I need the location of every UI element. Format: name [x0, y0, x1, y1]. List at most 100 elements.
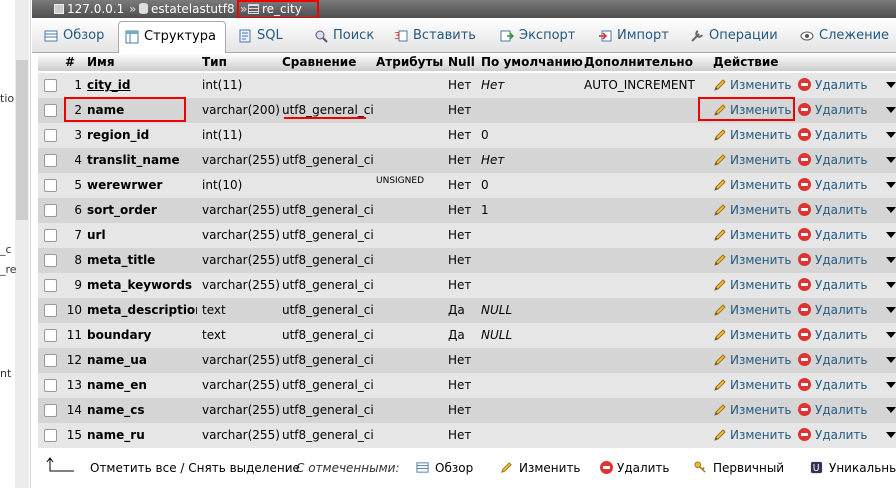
delete-column-button[interactable]: Удалить	[798, 73, 888, 98]
table-row: 3 region_id int(11) Нет 0 Изменить Удалить	[38, 123, 896, 148]
column-name: translit_name	[87, 153, 180, 167]
edit-column-button[interactable]: Изменить	[713, 273, 797, 298]
row-checkbox[interactable]	[44, 179, 57, 192]
tab-export[interactable]: Экспорт	[494, 21, 584, 53]
bulk-edit-button[interactable]: Изменить	[500, 461, 581, 475]
tab-sql[interactable]: SQL	[232, 21, 302, 53]
column-header-default[interactable]: По умолчанию	[481, 53, 583, 71]
more-actions-dropdown[interactable]	[886, 123, 896, 148]
bulk-delete-button[interactable]: Удалить	[600, 461, 670, 475]
edit-column-button[interactable]: Изменить	[713, 173, 797, 198]
row-checkbox[interactable]	[44, 429, 57, 442]
delete-column-button[interactable]: Удалить	[798, 98, 888, 123]
edit-column-button[interactable]: Изменить	[713, 398, 797, 423]
column-type: varchar(255)	[202, 153, 280, 167]
row-checkbox[interactable]	[44, 79, 57, 92]
edit-column-button[interactable]: Изменить	[713, 73, 797, 98]
tab-structure[interactable]: Структура	[118, 21, 226, 53]
delete-column-button[interactable]: Удалить	[798, 348, 888, 373]
column-header-extra[interactable]: Дополнительно	[584, 53, 693, 71]
delete-column-button[interactable]: Удалить	[798, 398, 888, 423]
row-checkbox[interactable]	[44, 354, 57, 367]
row-checkbox[interactable]	[44, 404, 57, 417]
edit-column-button[interactable]: Изменить	[713, 198, 797, 223]
sidebar-fragment: tio	[0, 92, 15, 105]
more-actions-dropdown[interactable]	[886, 273, 896, 298]
delete-column-button[interactable]: Удалить	[798, 323, 888, 348]
sidebar-scrollbar-thumb[interactable]	[16, 60, 28, 220]
column-header-num[interactable]: #	[65, 53, 75, 71]
column-header-name[interactable]: Имя	[87, 53, 115, 71]
select-all-link[interactable]: Отметить все / Снять выделение	[90, 461, 300, 475]
more-actions-dropdown[interactable]	[886, 223, 896, 248]
more-actions-dropdown[interactable]	[886, 373, 896, 398]
tab-insert[interactable]: 3 Вставить	[388, 21, 480, 53]
column-default: 0	[481, 178, 489, 192]
tab-tracking[interactable]: Слежение	[794, 21, 894, 53]
edit-column-button[interactable]: Изменить	[713, 423, 797, 448]
column-header-collation[interactable]: Сравнение	[282, 53, 356, 71]
more-actions-dropdown[interactable]	[886, 423, 896, 448]
breadcrumb-separator: »	[129, 2, 137, 16]
edit-column-button[interactable]: Изменить	[713, 373, 797, 398]
delete-column-button[interactable]: Удалить	[798, 298, 888, 323]
column-name: meta_description	[87, 303, 197, 317]
row-checkbox[interactable]	[44, 329, 57, 342]
tab-operations[interactable]: Операции	[684, 21, 780, 53]
delete-column-button[interactable]: Удалить	[798, 423, 888, 448]
row-number: 6	[74, 203, 82, 217]
bulk-browse-button[interactable]: Обзор	[416, 461, 473, 475]
row-checkbox[interactable]	[44, 304, 57, 317]
row-checkbox[interactable]	[44, 379, 57, 392]
edit-column-button[interactable]: Изменить	[713, 248, 797, 273]
edit-column-button[interactable]: Изменить	[713, 323, 797, 348]
edit-column-button[interactable]: Изменить	[713, 298, 797, 323]
column-name: name_ru	[87, 428, 145, 442]
tab-import[interactable]: Импорт	[592, 21, 674, 53]
more-actions-dropdown[interactable]	[886, 198, 896, 223]
row-checkbox[interactable]	[44, 104, 57, 117]
column-header-attributes[interactable]: Атрибуты	[376, 53, 443, 71]
edit-column-button[interactable]: Изменить	[713, 148, 797, 173]
more-actions-dropdown[interactable]	[886, 73, 896, 98]
edit-column-button[interactable]: Изменить	[713, 223, 797, 248]
row-checkbox[interactable]	[44, 154, 57, 167]
bulk-unique-button[interactable]: UУникальный	[810, 461, 896, 475]
delete-column-button[interactable]: Удалить	[798, 198, 888, 223]
breadcrumb-server[interactable]: 127.0.0.1	[54, 1, 124, 17]
column-header-null[interactable]: Null	[448, 53, 475, 71]
structure-icon	[125, 30, 139, 44]
column-name[interactable]: city_id	[87, 73, 197, 98]
row-checkbox[interactable]	[44, 129, 57, 142]
tab-search[interactable]: Поиск	[308, 21, 380, 53]
row-checkbox[interactable]	[44, 279, 57, 292]
more-actions-dropdown[interactable]	[886, 173, 896, 198]
tab-browse[interactable]: Обзор	[38, 21, 116, 53]
delete-column-button[interactable]: Удалить	[798, 248, 888, 273]
column-header-type[interactable]: Тип	[202, 53, 227, 71]
row-checkbox[interactable]	[44, 204, 57, 217]
bulk-primary-button[interactable]: Первичный	[694, 461, 784, 475]
row-checkbox[interactable]	[44, 254, 57, 267]
more-actions-dropdown[interactable]	[886, 148, 896, 173]
table-row: 13 name_en varchar(255) utf8_general_ci Нет И…	[38, 373, 896, 398]
row-number: 7	[74, 228, 82, 242]
row-checkbox[interactable]	[44, 229, 57, 242]
more-actions-dropdown[interactable]	[886, 98, 896, 123]
more-actions-dropdown[interactable]	[886, 298, 896, 323]
more-actions-dropdown[interactable]	[886, 323, 896, 348]
edit-column-button[interactable]: Изменить	[713, 348, 797, 373]
delete-column-button[interactable]: Удалить	[798, 123, 888, 148]
column-attributes: UNSIGNED	[376, 176, 425, 186]
delete-column-button[interactable]: Удалить	[798, 173, 888, 198]
more-actions-dropdown[interactable]	[886, 248, 896, 273]
delete-column-button[interactable]: Удалить	[798, 273, 888, 298]
delete-column-button[interactable]: Удалить	[798, 223, 888, 248]
delete-column-button[interactable]: Удалить	[798, 148, 888, 173]
delete-column-button[interactable]: Удалить	[798, 373, 888, 398]
tab-bar: Обзор Структура SQL Поиск 3 Вставить Экс…	[32, 18, 896, 53]
breadcrumb-database[interactable]: estatelastutf8	[139, 1, 235, 17]
more-actions-dropdown[interactable]	[886, 398, 896, 423]
edit-column-button[interactable]: Изменить	[713, 123, 797, 148]
more-actions-dropdown[interactable]	[886, 348, 896, 373]
